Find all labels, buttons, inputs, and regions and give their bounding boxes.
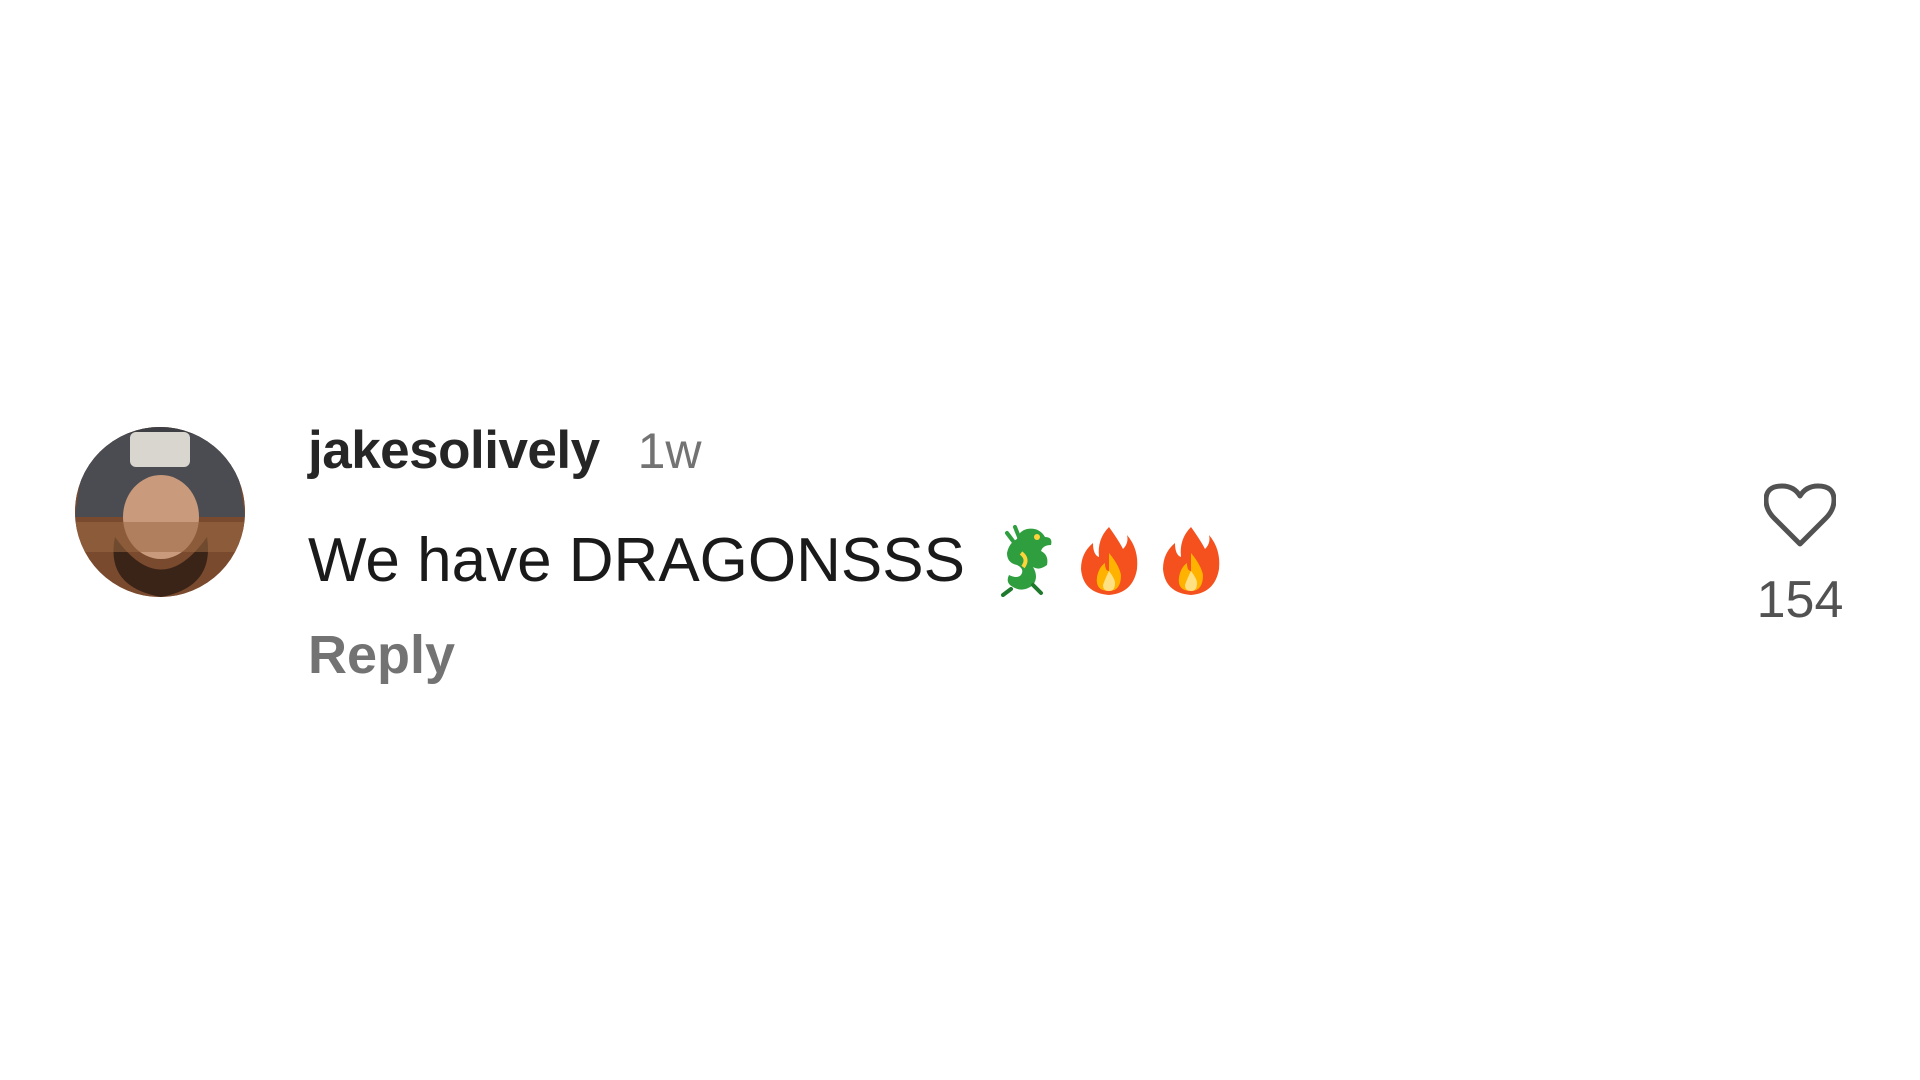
heart-icon[interactable] bbox=[1764, 482, 1836, 548]
username[interactable]: jakesolively bbox=[308, 420, 600, 481]
avatar[interactable] bbox=[75, 427, 245, 597]
dragon-emoji-icon bbox=[993, 523, 1061, 597]
timestamp: 1w bbox=[637, 423, 702, 479]
like-area: 154 bbox=[1745, 482, 1855, 630]
profile-photo-icon bbox=[75, 427, 245, 597]
fire-emoji-icon bbox=[1157, 523, 1225, 597]
comment-header: jakesolively 1w bbox=[308, 420, 1608, 482]
comment-body: jakesolively 1w We have DRAGONSSS Reply bbox=[308, 420, 1608, 686]
comment-item: jakesolively 1w We have DRAGONSSS Reply … bbox=[0, 0, 1920, 1080]
comment-text-content: We have DRAGONSSS bbox=[308, 525, 965, 595]
fire-emoji-icon bbox=[1075, 523, 1143, 597]
comment-text: We have DRAGONSSS bbox=[308, 522, 1608, 598]
reply-button[interactable]: Reply bbox=[308, 624, 455, 686]
like-count: 154 bbox=[1756, 571, 1844, 629]
